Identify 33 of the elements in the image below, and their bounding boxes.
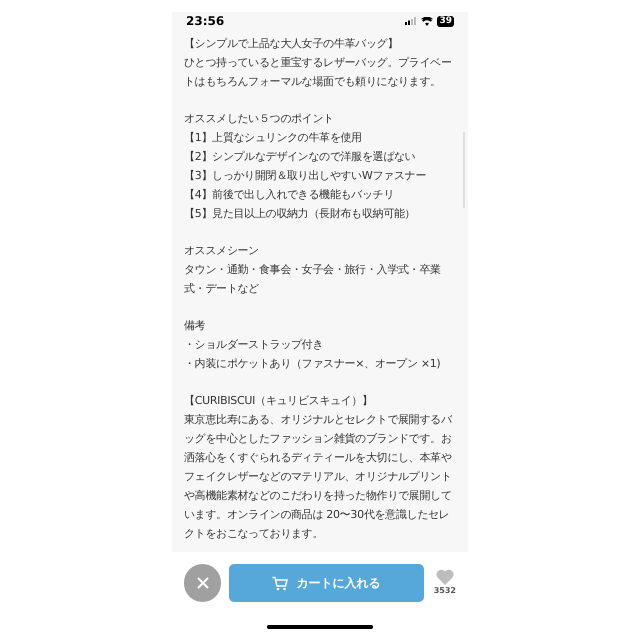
description-line: います。オンラインの商品は 20〜30代を意識したセレ xyxy=(184,507,450,523)
description-line: クトをおこなっております。 xyxy=(184,526,324,542)
description-line: フェイクレザーなどのマテリアル、オリジナルプリント xyxy=(184,469,452,485)
description-line: ッグを中心としたファッション雑貨のブランドです。お xyxy=(184,431,452,447)
status-time: 23:56 xyxy=(186,13,224,30)
description-line: トはもちろんフォーマルな場面でも頼りになります。 xyxy=(184,74,441,90)
cart-icon xyxy=(272,576,288,590)
close-button[interactable] xyxy=(184,564,222,602)
description-line: 【CURIBISCUI（キュリビスキュイ）】 xyxy=(184,393,373,409)
description-line: 東京恵比寿にある、オリジナルとセレクトで展開するバ xyxy=(184,412,452,428)
description-line: ・ショルダーストラップ付き xyxy=(184,337,324,353)
description-line: 【3】しっかり開閉＆取り出しやすいWファスナー xyxy=(184,168,426,184)
description-line: 【2】シンプルなデザインなので洋服を選ばない xyxy=(184,149,416,165)
description-line: 【5】見た目以上の収納力（長財布も収納可能） xyxy=(184,206,416,222)
description-line: 【4】前後で出し入れできる機能もバッチリ xyxy=(184,187,394,203)
description-line: や高機能素材などのこだわりを持った物作りで展開して xyxy=(184,488,452,504)
description-line: 【シンプルで上品な大人女子の牛革バッグ】 xyxy=(184,36,398,52)
description-line: ひとつ持っていると重宝するレザーバッグ。プライベー xyxy=(184,55,452,71)
description-line: 洒落心をくすぐられるディティールを大切にし、本革や xyxy=(184,450,452,466)
like-count: 3532 xyxy=(434,585,456,597)
add-to-cart-button[interactable]: カートに入れる xyxy=(229,564,424,602)
wifi-icon xyxy=(421,16,434,26)
heart-icon[interactable] xyxy=(436,569,454,585)
description-line: オススメシーン xyxy=(184,243,259,259)
description-line: タウン・通勤・食事会・女子会・旅行・入学式・卒業 xyxy=(184,262,441,278)
description-line: ・内装にポケットあり（ファスナー×、オープン ×1) xyxy=(184,356,440,372)
battery-icon: 39 xyxy=(437,16,454,26)
description-line: オススメしたい５つのポイント xyxy=(184,111,334,127)
description-line: 式・デートなど xyxy=(184,281,259,297)
description-line: 備考 xyxy=(184,318,206,334)
close-icon xyxy=(196,576,210,590)
description-line: 【1】上質なシュリンクの牛革を使用 xyxy=(184,130,362,146)
signal-icon xyxy=(405,17,418,25)
